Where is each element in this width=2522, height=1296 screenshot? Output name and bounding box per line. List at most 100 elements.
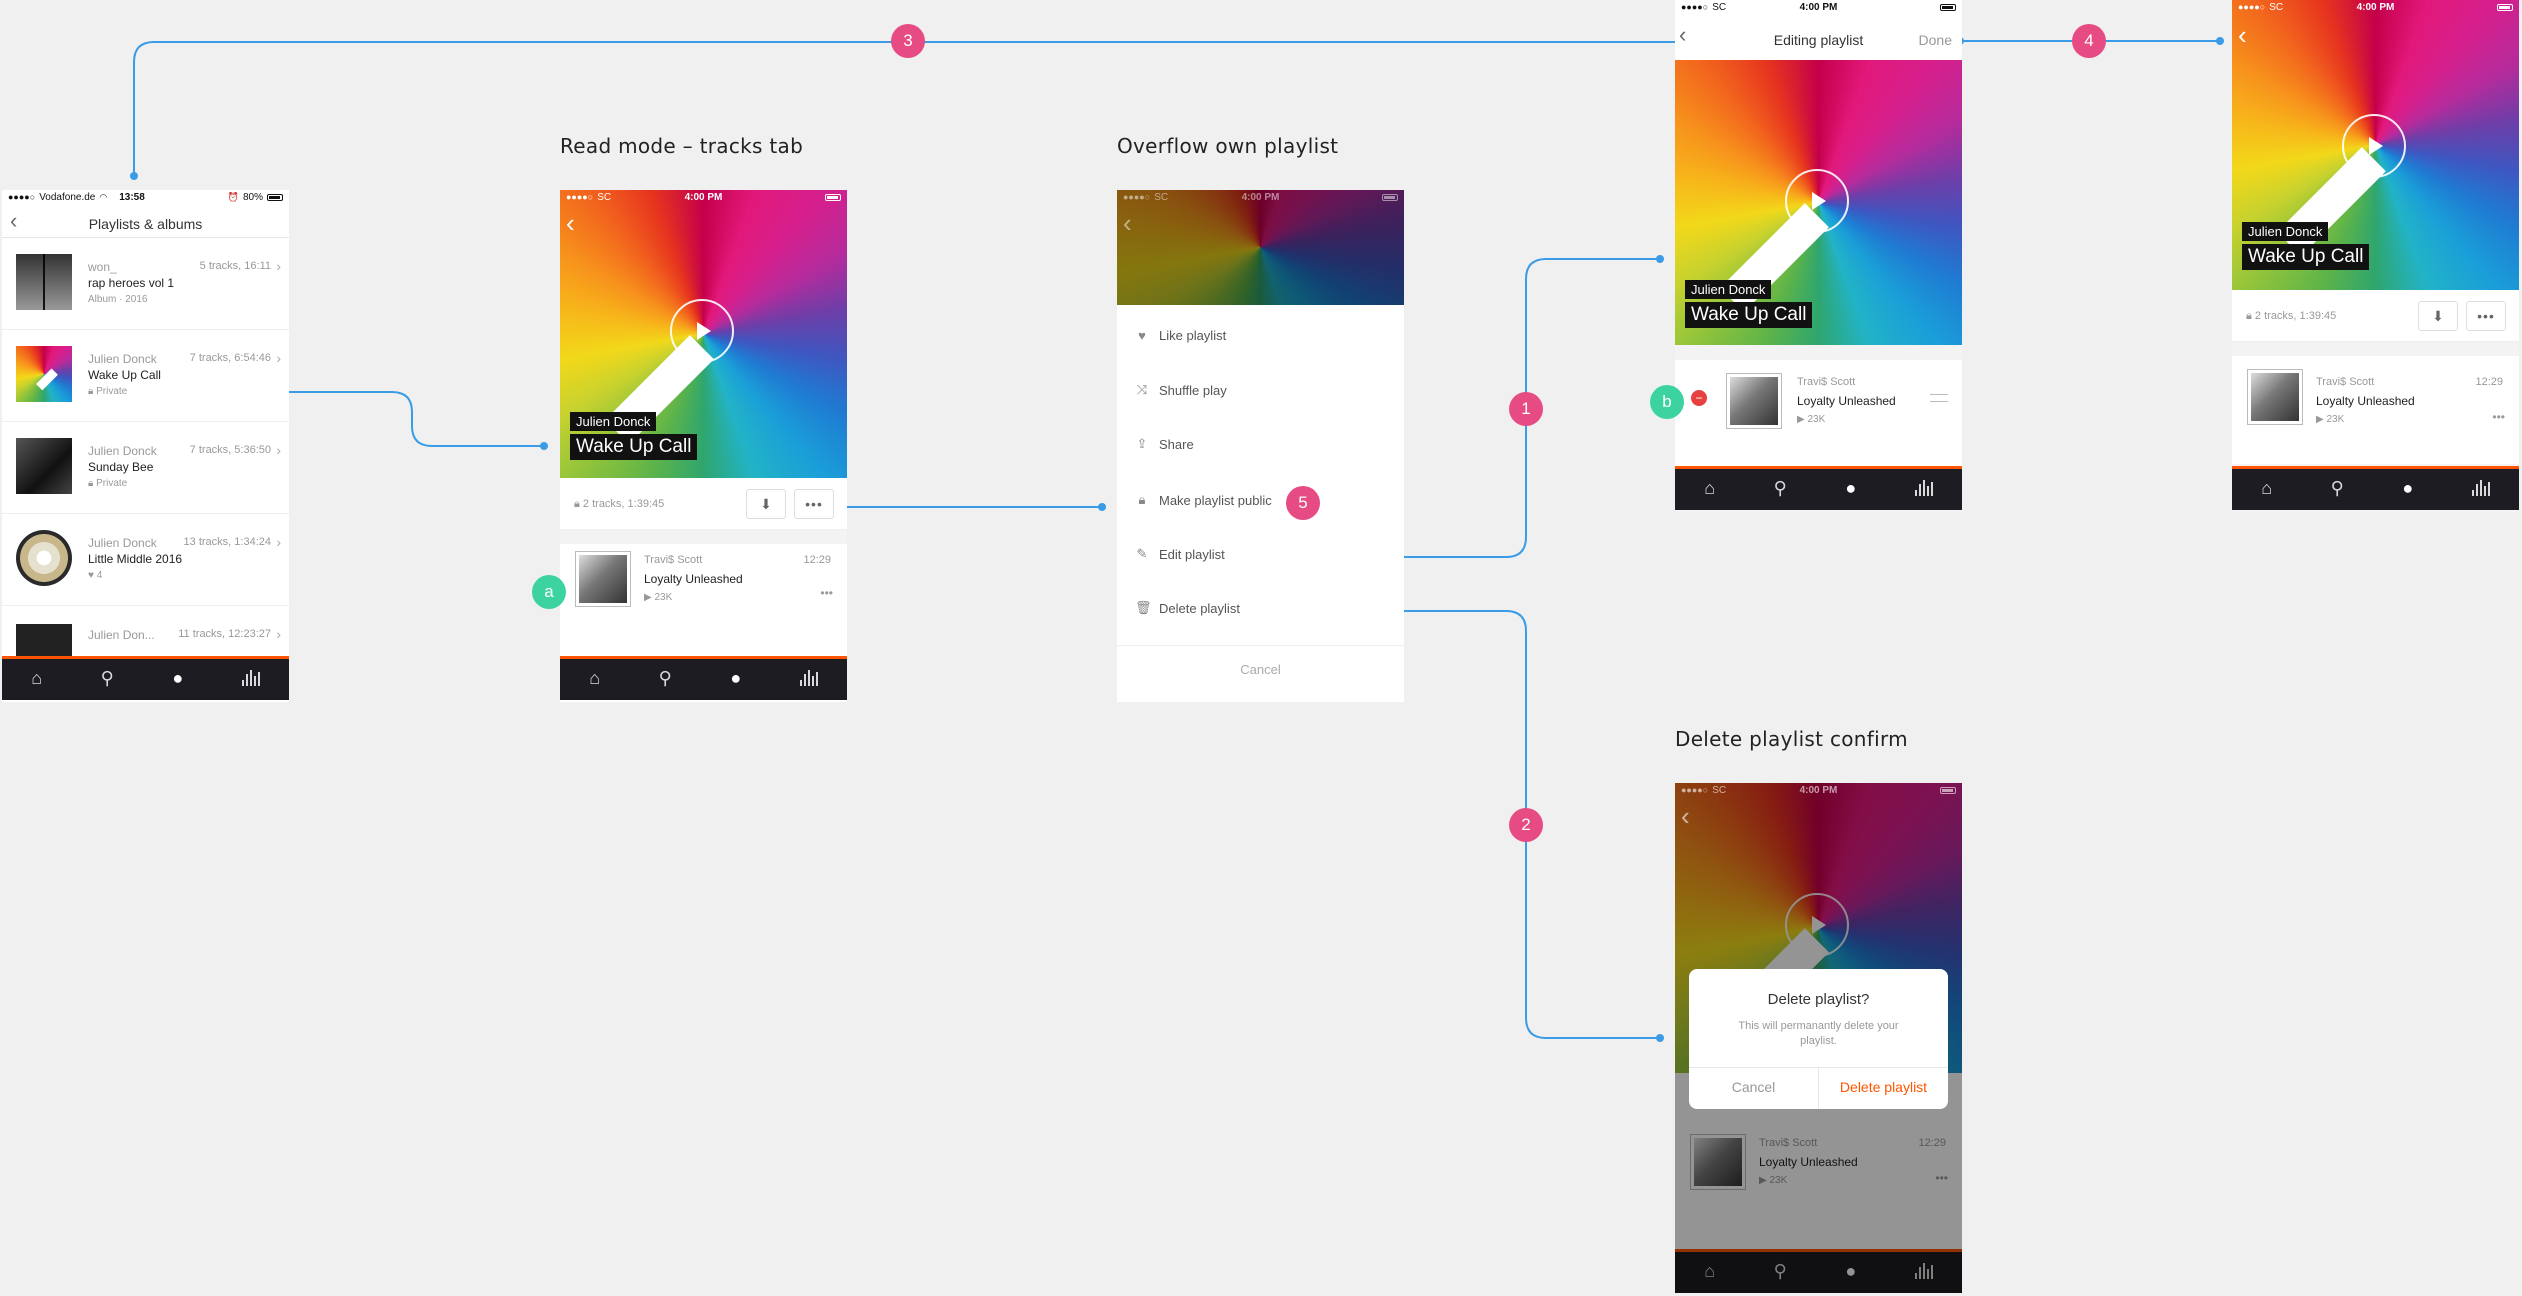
item-subtitle: ♥ 4 [88, 570, 103, 581]
download-button[interactable]: ⬇ [2418, 301, 2458, 331]
carrier-label: SC [597, 191, 612, 203]
track-duration: 12:29 [2475, 376, 2503, 388]
track-duration: 12:29 [803, 554, 831, 566]
track-plays: ▶ 23K [2316, 414, 2345, 425]
signal-icon: ●●●●○ [8, 192, 36, 202]
item-subtitle: 🔒︎ Private [88, 386, 128, 397]
chevron-right-icon: › [276, 626, 281, 642]
back-chevron-icon[interactable]: ‹ [566, 210, 575, 236]
chevron-right-icon: › [276, 442, 281, 458]
search-icon[interactable]: ⚲ [2331, 478, 2344, 499]
signal-icon: ●●●●○ [1681, 785, 1709, 795]
search-icon[interactable]: ⚲ [659, 668, 672, 689]
carrier-label: SC [1712, 784, 1727, 796]
signal-icon: ●●●●○ [1123, 192, 1151, 202]
battery-icon [1940, 786, 1956, 794]
playlist-actions-bar: 🔒︎ 2 tracks, 1:39:45 ⬇ ••• [560, 478, 847, 530]
item-user: Julien Don... [88, 628, 155, 642]
carrier-label: SC [1712, 1, 1727, 13]
profile-icon[interactable]: ● [730, 668, 741, 689]
home-icon[interactable]: ⌂ [589, 668, 600, 689]
overflow-screen: ●●●●○ SC 4:00 PM ‹ ♥ Like playlist ⤨ Shuff… [1117, 190, 1404, 702]
download-button[interactable]: ⬇ [746, 489, 786, 519]
annotation-marker-b: b [1650, 385, 1684, 419]
album-thumbnail [16, 530, 72, 586]
album-thumbnail [16, 438, 72, 494]
back-chevron-icon[interactable]: ‹ [2238, 22, 2247, 48]
track-row-editing[interactable]: − Travi$ Scott Loyalty Unleashed ▶ 23K [1675, 360, 1962, 466]
menu-item-share[interactable]: ⇪ Share [1135, 436, 1194, 452]
home-icon[interactable]: ⌂ [31, 668, 42, 689]
playlist-info: 🔒︎ 2 tracks, 1:39:45 [574, 498, 665, 510]
done-button[interactable]: Done [1919, 32, 1952, 48]
status-time: 13:58 [119, 191, 145, 203]
track-title: Loyalty Unleashed [1797, 394, 1896, 408]
status-bar: ●●●●○ SC 4:00 PM [2232, 0, 2519, 14]
divider [1117, 645, 1404, 646]
stream-icon[interactable] [1914, 480, 1933, 496]
more-icon[interactable]: ••• [2492, 410, 2505, 424]
menu-item-delete[interactable]: 🗑︎ Delete playlist [1135, 600, 1240, 616]
drag-handle-icon[interactable] [1930, 394, 1948, 402]
album-thumbnail [16, 254, 72, 310]
play-icon: ▶ [644, 592, 655, 603]
remove-track-icon[interactable]: − [1691, 390, 1707, 406]
list-item[interactable]: Julien Donck Sunday Bee 🔒︎ Private 7 tra… [2, 422, 289, 514]
divider [560, 530, 847, 544]
overflow-button[interactable]: ••• [2466, 301, 2506, 331]
tab-bar: ⌂ ⚲ ● [2, 656, 289, 700]
track-plays: ▶ 23K [1797, 414, 1826, 425]
carrier-label: SC [2269, 1, 2284, 13]
stream-icon[interactable] [2471, 480, 2490, 496]
list-item[interactable]: won_ rap heroes vol 1 Album · 2016 5 tra… [2, 238, 289, 330]
home-icon[interactable]: ⌂ [2261, 478, 2272, 499]
item-meta: 11 tracks, 12:23:27 [178, 628, 271, 640]
menu-item-shuffle[interactable]: ⤨ Shuffle play [1135, 382, 1227, 398]
menu-item-make-public[interactable]: 🔒︎ Make playlist public [1135, 492, 1272, 508]
alarm-icon: ⏰ [227, 191, 239, 202]
profile-icon[interactable]: ● [1845, 478, 1856, 499]
playlist-thumbnail [16, 346, 72, 402]
artwork-artist: Julien Donck [1685, 280, 1772, 299]
home-icon[interactable]: ⌂ [1704, 478, 1715, 499]
battery-percent: 80% [242, 191, 263, 203]
track-artist: Travi$ Scott [2316, 376, 2375, 388]
more-icon: ••• [805, 496, 823, 512]
step-marker-2: 2 [1509, 808, 1543, 842]
profile-icon[interactable]: ● [172, 668, 183, 689]
dialog-delete-button[interactable]: Delete playlist [1819, 1079, 1948, 1095]
battery-icon [1940, 3, 1956, 11]
stream-icon[interactable] [241, 670, 260, 686]
menu-item-like[interactable]: ♥ Like playlist [1135, 328, 1226, 343]
search-icon[interactable]: ⚲ [1774, 478, 1787, 499]
track-row[interactable]: Travi$ Scott Loyalty Unleashed ▶ 23K 12:… [560, 544, 847, 644]
lock-icon: 🔒︎ [574, 498, 583, 510]
share-icon: ⇪ [1136, 436, 1148, 451]
menu-item-edit[interactable]: ✎ Edit playlist [1135, 546, 1225, 562]
stream-icon[interactable] [799, 670, 818, 686]
more-icon: ••• [2477, 308, 2495, 324]
list-item[interactable]: Julien Donck Little Middle 2016 ♥ 4 13 t… [2, 514, 289, 606]
item-title: Sunday Bee [88, 460, 154, 474]
step-marker-4: 4 [2072, 24, 2106, 58]
artwork-artist: Julien Donck [2242, 222, 2329, 241]
lock-icon: 🔒︎ [88, 386, 97, 397]
artwork-title: Wake Up Call [2242, 244, 2370, 270]
step-marker-3: 3 [891, 24, 925, 58]
playlist-actions-bar: 🔒︎ 2 tracks, 1:39:45 ⬇ ••• [2232, 290, 2519, 342]
item-user: Julien Donck [88, 444, 157, 458]
track-row[interactable]: Travi$ Scott Loyalty Unleashed ▶ 23K 12:… [2232, 356, 2519, 464]
artwork-title: Wake Up Call [1685, 302, 1813, 328]
profile-icon[interactable]: ● [2402, 478, 2413, 499]
section-title-delete-confirm: Delete playlist confirm [1675, 727, 1908, 751]
lock-icon: 🔒︎ [88, 478, 97, 489]
cancel-button[interactable]: Cancel [1117, 662, 1404, 677]
search-icon[interactable]: ⚲ [101, 668, 114, 689]
overflow-button[interactable]: ••• [794, 489, 834, 519]
more-icon[interactable]: ••• [820, 586, 833, 600]
list-item[interactable]: Julien Donck Wake Up Call 🔒︎ Private 7 t… [2, 330, 289, 422]
dialog-cancel-button[interactable]: Cancel [1689, 1079, 1818, 1095]
play-icon: ▶ [1797, 414, 1808, 425]
editing-screen: ●●●●○ SC 4:00 PM ‹ Editing playlist Done… [1675, 0, 1962, 512]
back-chevron-icon: ‹ [1681, 801, 1690, 831]
